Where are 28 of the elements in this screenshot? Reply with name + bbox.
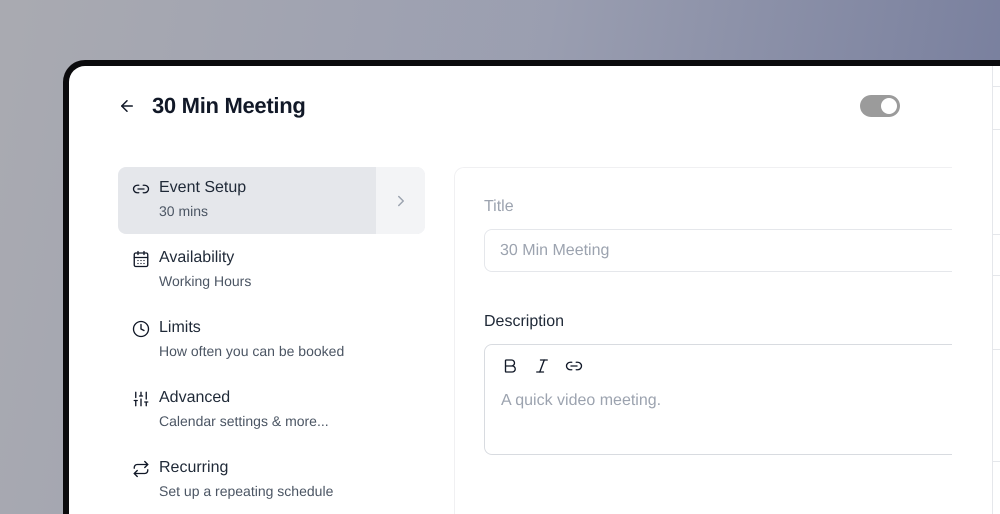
toggle-switch[interactable] [860,95,900,117]
title-label: Title [484,198,515,216]
sidebar-item[interactable]: Limits How often you can be booked [118,307,425,374]
item-sublabel: Working Hours [159,273,252,289]
item-sublabel: How often you can be booked [159,343,344,359]
description-editor[interactable]: A quick video meeting. [484,344,952,455]
sidebar-item[interactable]: Recurring Set up a repeating schedule [118,447,425,514]
calendar-icon [132,250,150,268]
item-label: Advanced [159,389,232,407]
item-label: Event Setup [159,179,246,197]
clock-icon [132,320,150,338]
title-input[interactable]: 30 Min Meeting [484,229,952,272]
italic-icon[interactable] [533,357,551,375]
sidebar-item[interactable]: Advanced Calendar settings & more... [118,377,425,444]
item-sublabel: 30 mins [159,203,210,219]
description-label: Description [484,313,566,331]
back-button[interactable] [118,97,136,115]
sidebar-item[interactable]: Event Setup 30 mins [118,167,425,234]
sidebar-item[interactable]: Availability Working Hours [118,237,425,304]
item-label: Availability [159,249,236,267]
chevron-right-icon [376,167,425,234]
item-sublabel: Calendar settings & more... [159,413,329,429]
sliders-icon [132,390,150,408]
item-sublabel: Set up a repeating schedule [159,483,334,499]
item-label: Recurring [159,459,230,477]
page-title: 30 Min Meeting [152,93,306,119]
repeat-icon [132,460,150,478]
item-label: Limits [159,319,202,337]
